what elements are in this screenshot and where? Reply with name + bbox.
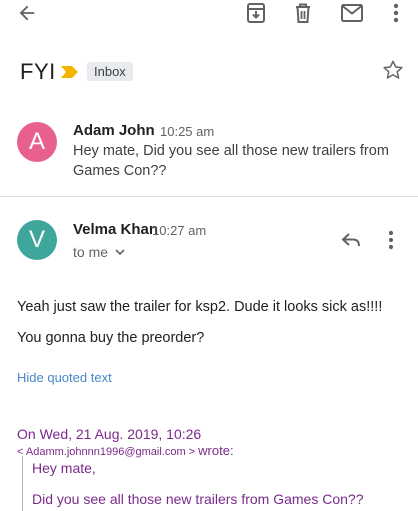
back-button[interactable] <box>12 0 42 26</box>
more-vert-icon <box>388 230 394 250</box>
recipient-label: to me <box>73 244 109 260</box>
message-body-line: Yeah just saw the trailer for ksp2. Dude… <box>17 299 383 315</box>
avatar[interactable]: V <box>17 220 57 260</box>
message-time: 10:25 am <box>160 124 215 139</box>
star-icon[interactable] <box>382 59 404 86</box>
quote-attribution: On Wed, 21 Aug. 2019, 10:26 <box>17 426 202 442</box>
message-snippet: Hey mate, Did you see all those new trai… <box>73 143 389 179</box>
mark-unread-button[interactable] <box>337 0 367 26</box>
quoted-line: Hey mate, <box>32 460 96 476</box>
avatar-letter: V <box>28 226 45 253</box>
archive-icon <box>247 3 265 23</box>
delete-button[interactable] <box>288 0 318 26</box>
toolbar <box>0 0 418 28</box>
recipient-details-toggle[interactable]: to me <box>73 244 125 260</box>
message-time: 10:27 am <box>152 223 207 238</box>
quoted-text-block: Hey mate, Did you see all those new trai… <box>22 456 403 511</box>
sender-name: Adam John <box>73 122 155 139</box>
quoted-line: Did you see all those new trailers from … <box>32 491 364 507</box>
avatar-letter: A <box>28 128 45 155</box>
trash-icon <box>296 3 310 23</box>
archive-button[interactable] <box>241 0 271 26</box>
message-more-button[interactable] <box>388 230 394 255</box>
sender-name: Velma Khan <box>73 221 159 238</box>
inbox-label-chip[interactable]: Inbox <box>87 62 133 81</box>
reply-icon <box>341 233 360 247</box>
hide-quoted-text-link[interactable]: Hide quoted text <box>17 370 112 385</box>
arrow-back-icon <box>19 5 35 21</box>
more-vert-icon <box>393 3 399 23</box>
divider <box>0 196 418 197</box>
mail-icon <box>341 4 363 22</box>
more-options-button[interactable] <box>381 0 411 26</box>
message-body-line: You gonna buy the preorder? <box>17 330 205 346</box>
chevron-down-icon <box>115 248 125 255</box>
thread-subject: FYI <box>20 59 56 84</box>
email-thread-view: FYI Inbox A Adam John 10:25 am Hey mate,… <box>0 0 418 511</box>
subject-row: FYI Inbox <box>0 58 418 88</box>
importance-marker-icon[interactable] <box>61 65 78 83</box>
avatar[interactable]: A <box>17 122 57 162</box>
reply-button[interactable] <box>340 230 362 255</box>
